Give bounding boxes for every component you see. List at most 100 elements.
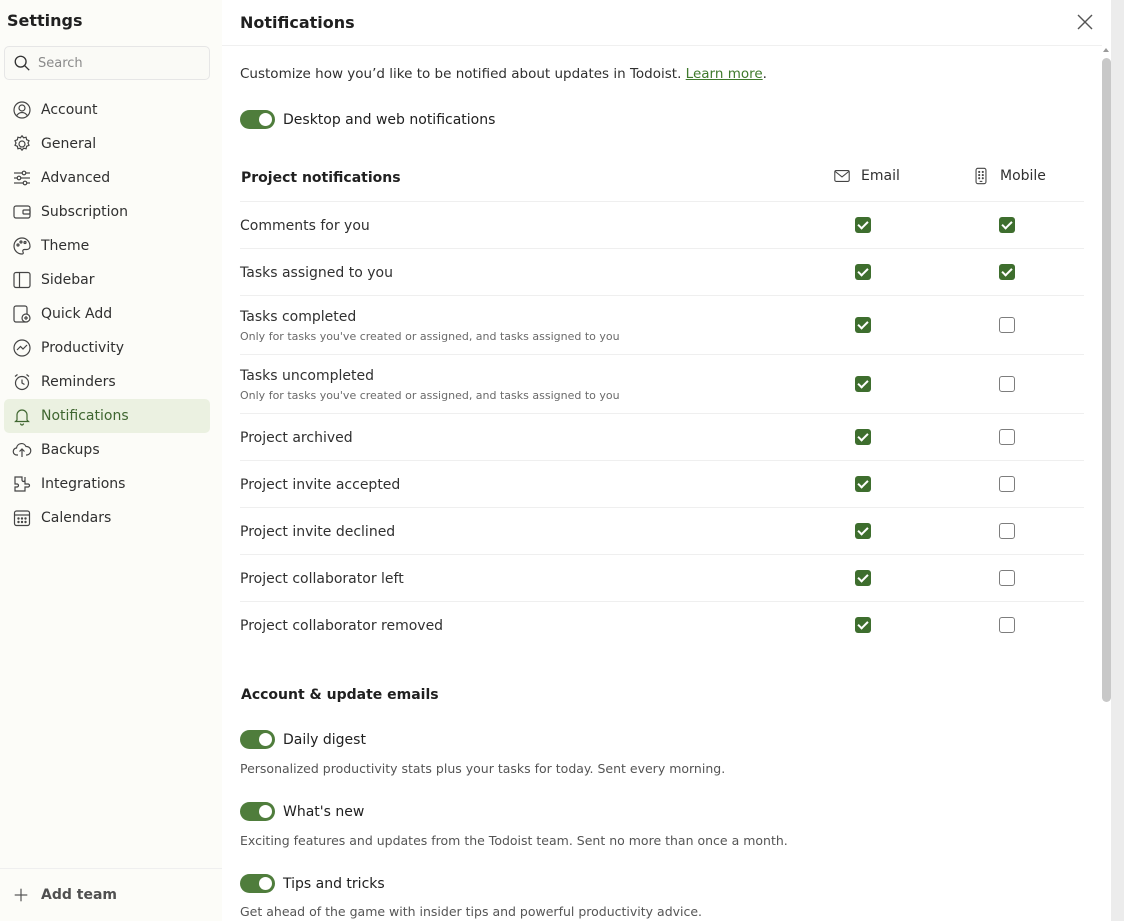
table-row: Project archived (240, 414, 1084, 461)
email-checkbox[interactable] (855, 264, 871, 280)
tips-tricks-toggle[interactable] (240, 874, 275, 893)
sidebar-item-reminders[interactable]: Reminders (4, 365, 210, 399)
wallet-icon (13, 205, 31, 219)
mobile-checkbox[interactable] (999, 570, 1015, 586)
cloud-upload-icon (12, 443, 32, 457)
sidebar-item-subscription[interactable]: Subscription (4, 195, 210, 229)
add-team-button[interactable]: Add team (12, 886, 117, 904)
alarm-icon (14, 374, 30, 391)
desktop-notifications-row: Desktop and web notifications (240, 110, 495, 129)
daily-digest-toggle[interactable] (240, 730, 275, 749)
email-checkbox[interactable] (855, 376, 871, 392)
project-notifications-table: Comments for you Tasks assigned to you T… (240, 201, 1084, 649)
scrollbar-thumb[interactable] (1102, 58, 1111, 702)
learn-more-link[interactable]: Learn more (686, 66, 763, 82)
mobile-checkbox[interactable] (999, 264, 1015, 280)
mobile-checkbox[interactable] (999, 476, 1015, 492)
sidebar-item-theme[interactable]: Theme (4, 229, 210, 263)
table-row: Tasks assigned to you (240, 249, 1084, 296)
sidebar-item-sidebar[interactable]: Sidebar (4, 263, 210, 297)
sidebar-item-label: Quick Add (41, 306, 113, 322)
sidebar-item-label: Notifications (41, 408, 129, 424)
sidebar-item-label: Productivity (41, 340, 124, 356)
mobile-checkbox[interactable] (999, 429, 1015, 445)
sidebar-item-general[interactable]: General (4, 127, 210, 161)
close-button[interactable] (1074, 11, 1096, 33)
sidebar-item-integrations[interactable]: Integrations (4, 467, 210, 501)
email-checkbox[interactable] (855, 429, 871, 445)
daily-digest-row: Daily digest (240, 730, 366, 749)
row-label: Project archived (240, 430, 353, 446)
sidebar-item-label: Subscription (41, 204, 128, 220)
email-checkbox[interactable] (855, 476, 871, 492)
quick-add-icon (13, 305, 31, 323)
mobile-phone-icon (975, 167, 987, 185)
plus-icon (14, 888, 28, 902)
sidebar-item-advanced[interactable]: Advanced (4, 161, 210, 195)
sidebar-item-backups[interactable]: Backups (4, 433, 210, 467)
row-label: Project collaborator removed (240, 618, 444, 634)
tips-tricks-label: Tips and tricks (283, 875, 385, 892)
sidebar-item-notifications[interactable]: Notifications (4, 399, 210, 433)
table-row: Tasks uncompleted Only for tasks you've … (240, 355, 1084, 414)
whats-new-row: What's new (240, 802, 364, 821)
row-label: Tasks uncompleted (240, 368, 374, 384)
sidebar-item-label: Sidebar (41, 272, 95, 288)
row-sublabel: Only for tasks you've created or assigne… (240, 389, 620, 402)
email-checkbox[interactable] (855, 523, 871, 539)
mobile-checkbox[interactable] (999, 523, 1015, 539)
mobile-checkbox[interactable] (999, 217, 1015, 233)
row-label: Tasks assigned to you (240, 265, 393, 281)
page-title: Notifications (240, 13, 355, 32)
email-checkbox[interactable] (855, 570, 871, 586)
whats-new-label: What's new (283, 803, 365, 820)
row-label: Tasks completed (240, 309, 357, 325)
row-sublabel: Only for tasks you've created or assigne… (240, 330, 620, 343)
close-icon (1077, 14, 1093, 30)
row-label: Project invite accepted (240, 477, 401, 493)
email-checkbox[interactable] (855, 617, 871, 633)
scroll-up-arrow[interactable] (1103, 48, 1109, 52)
sidebar-item-quick-add[interactable]: Quick Add (4, 297, 210, 331)
table-row: Tasks completed Only for tasks you've cr… (240, 296, 1084, 355)
sidebar-item-productivity[interactable]: Productivity (4, 331, 210, 365)
intro-text: Customize how you’d like to be notified … (240, 66, 767, 82)
sidebar-item-label: Calendars (41, 510, 112, 526)
row-label: Comments for you (240, 218, 370, 234)
table-row: Project collaborator left (240, 555, 1084, 602)
add-team-label: Add team (41, 887, 117, 903)
search-box[interactable] (4, 46, 210, 80)
daily-digest-label: Daily digest (283, 731, 366, 748)
search-input[interactable] (38, 55, 198, 71)
mobile-column-header: Mobile (972, 167, 1046, 185)
mobile-checkbox[interactable] (999, 617, 1015, 633)
sidebar-title: Settings (7, 11, 83, 30)
account-emails-heading: Account & update emails (241, 687, 439, 703)
email-checkbox[interactable] (855, 317, 871, 333)
email-checkbox[interactable] (855, 217, 871, 233)
table-row: Project invite accepted (240, 461, 1084, 508)
tips-tricks-description: Get ahead of the game with insider tips … (240, 904, 703, 919)
daily-digest-description: Personalized productivity stats plus you… (240, 761, 726, 776)
sidebar-item-label: Theme (41, 238, 90, 254)
project-notifications-heading: Project notifications (241, 170, 401, 186)
email-column-header: Email (833, 167, 900, 185)
row-label: Project collaborator left (240, 571, 404, 587)
mobile-checkbox[interactable] (999, 317, 1015, 333)
sidebar-item-account[interactable]: Account (4, 93, 210, 127)
sidebar-divider (0, 868, 222, 869)
puzzle-icon (14, 476, 31, 492)
table-row: Comments for you (240, 202, 1084, 249)
sidebar-item-label: Backups (41, 442, 100, 458)
sidebar-item-label: Account (41, 102, 98, 118)
row-label: Project invite declined (240, 524, 396, 540)
table-row: Project invite declined (240, 508, 1084, 555)
mobile-checkbox[interactable] (999, 376, 1015, 392)
desktop-notifications-toggle[interactable] (240, 110, 275, 129)
whats-new-toggle[interactable] (240, 802, 275, 821)
calendar-icon (13, 510, 31, 527)
settings-sidebar: Settings Account General Advanced Subscr… (0, 0, 222, 921)
intro-period: . (762, 66, 767, 82)
sidebar-item-calendars[interactable]: Calendars (4, 501, 210, 535)
whats-new-description: Exciting features and updates from the T… (240, 833, 788, 848)
